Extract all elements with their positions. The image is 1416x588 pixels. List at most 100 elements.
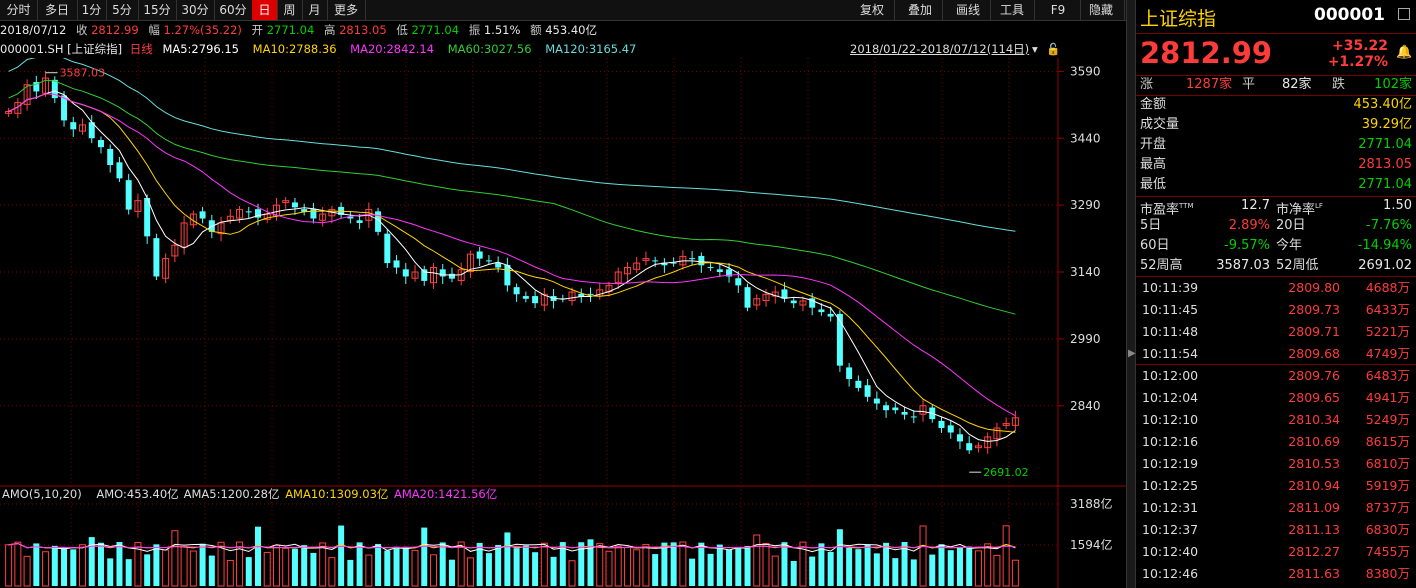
tick-vol: 6433万 <box>1365 302 1410 317</box>
ratio-label: 20日 <box>1276 218 1306 233</box>
window-icon[interactable] <box>1398 8 1410 20</box>
ratio-label: 60日 <box>1140 238 1170 253</box>
ratio-value: 3587.03 <box>1216 258 1270 273</box>
change-label: 幅 <box>148 23 160 37</box>
tick-vol: 7455万 <box>1365 544 1410 559</box>
ratio-row: 市盈率TTM 12.7 市净率LF 1.50 <box>1140 196 1412 217</box>
low-annotation: 2691.02 <box>983 466 1028 479</box>
tool-button-1[interactable]: 叠加 <box>898 0 943 20</box>
volume-bar-down <box>532 552 539 586</box>
period-tab-9[interactable]: 月 <box>302 0 328 20</box>
up-label: 涨 <box>1140 77 1154 92</box>
ratio-sup: TTM <box>1179 202 1194 210</box>
tick-row: 10:12:16 2810.69 8615万 <box>1140 431 1412 453</box>
amp-value: 1.51% <box>483 23 521 37</box>
volume-bar-down <box>707 553 714 586</box>
volume-bar-down <box>726 549 733 586</box>
candle-body-down <box>522 296 529 299</box>
tick-price: 2810.94 <box>1288 478 1340 493</box>
period-tab-3[interactable]: 5分 <box>106 0 139 20</box>
candle-body-down <box>790 300 797 304</box>
volume-bar-down <box>661 542 668 586</box>
panel-splitter[interactable]: ▶ <box>1126 0 1136 588</box>
volume-bar-up <box>540 542 548 587</box>
low-label: 低 <box>396 23 408 37</box>
volume-bar-down <box>790 560 797 586</box>
period-tab-2[interactable]: 1分 <box>77 0 107 20</box>
volume-bar-down <box>485 553 492 586</box>
tick-vol: 5221万 <box>1365 324 1410 339</box>
period-tab-10[interactable]: 更多 <box>327 0 366 20</box>
ratio-value: -14.94% <box>1357 238 1412 253</box>
date-range[interactable]: 2018/01/22-2018/07/12(114日) <box>850 40 1029 58</box>
candle-body-down <box>384 233 391 264</box>
volume-bar-down <box>929 554 936 586</box>
tool-button-5[interactable]: 隐藏 <box>1078 0 1125 20</box>
volume-bar-down <box>735 547 742 586</box>
period-tab-7[interactable]: 日 <box>252 0 278 20</box>
tool-button-4[interactable]: F9 <box>1036 0 1081 20</box>
period-tab-0[interactable]: 分时 <box>0 0 38 20</box>
tick-row: 10:12:19 2810.53 6810万 <box>1140 453 1412 475</box>
volume-bar-down <box>384 550 391 586</box>
close-label: 收 <box>75 23 88 37</box>
volume-bar-down <box>116 542 123 586</box>
stat-value: 453.40亿 <box>1353 97 1413 112</box>
tick-vol: 6830万 <box>1365 522 1410 537</box>
tick-row: 10:11:39 2809.80 4688万 <box>1140 277 1412 299</box>
tick-price: 2809.71 <box>1288 324 1340 339</box>
tool-button-0[interactable]: 复权 <box>850 0 895 20</box>
volume-bar-up <box>633 549 641 587</box>
candle-body-down <box>153 238 160 277</box>
tick-price: 2810.34 <box>1288 412 1340 427</box>
tool-button-3[interactable]: 工具 <box>990 0 1035 20</box>
period-tab-4[interactable]: 15分 <box>138 0 177 20</box>
tick-row: 10:12:04 2809.65 4941万 <box>1140 387 1412 409</box>
collapse-arrow-icon[interactable]: ▶ <box>1128 348 1136 359</box>
volume-legend-ama5: AMA5:1200.28亿 <box>184 487 280 501</box>
candle-body-down <box>956 434 963 442</box>
lock-icon[interactable]: 🔓 <box>1046 40 1060 58</box>
volume-bar-down <box>310 552 317 586</box>
alert-bell-icon[interactable]: 🔔 <box>1396 45 1412 60</box>
stat-label: 最低 <box>1140 177 1167 192</box>
volume-bar-down <box>338 525 345 586</box>
tick-time: 10:12:10 <box>1142 412 1199 427</box>
tick-vol: 4688万 <box>1365 280 1410 295</box>
volume-bar-up <box>263 551 271 587</box>
tick-vol: 6810万 <box>1365 456 1410 471</box>
volume-bar-down <box>689 558 696 586</box>
volume-bar-up <box>189 550 197 587</box>
ratio-row: 5日 2.89% 20日 -7.76% <box>1140 216 1412 236</box>
volume-bar-up <box>180 545 188 587</box>
info-date: 2018/07/12 <box>0 23 67 37</box>
tick-row: 10:12:31 2811.09 8737万 <box>1140 497 1412 519</box>
tick-vol: 5249万 <box>1365 412 1410 427</box>
tick-row: 10:12:10 2810.34 5249万 <box>1140 409 1412 431</box>
kline-chart[interactable]: 3590 3440 3290 3140 2990 2840 3587.03 2691.02 AM… <box>0 58 1126 588</box>
volume-bar-down <box>301 545 308 586</box>
price-axis-label: 3440 <box>1070 131 1101 145</box>
period-tab-8[interactable]: 周 <box>277 0 303 20</box>
candle-body-down <box>910 416 917 418</box>
candle-body-down <box>873 398 880 404</box>
ma20-value: MA20:2842.14 <box>350 42 435 56</box>
candle-body-down <box>716 269 723 272</box>
tick-price: 2809.65 <box>1288 390 1340 405</box>
volume-bar-up <box>282 547 290 587</box>
ratio-label: 52周高 <box>1140 258 1183 273</box>
volume-bar-down <box>883 542 890 586</box>
up-count: 1287家 <box>1186 77 1233 92</box>
volume-bar-down <box>809 556 816 586</box>
period-tab-6[interactable]: 60分 <box>214 0 253 20</box>
dropdown-icon[interactable]: ▾ <box>1032 40 1038 58</box>
tick-price: 2809.80 <box>1288 280 1340 295</box>
candle-body-down <box>504 264 511 286</box>
tool-button-2[interactable]: 画线 <box>946 0 991 20</box>
volume-bar-down <box>291 548 298 586</box>
period-tab-5[interactable]: 30分 <box>176 0 215 20</box>
volume-bar-up <box>771 555 779 587</box>
period-tab-1[interactable]: 多日 <box>37 0 78 20</box>
volume-axis-label: 1594亿 <box>1070 537 1113 552</box>
tick-row: 10:11:54 2809.68 4749万 <box>1140 343 1412 365</box>
